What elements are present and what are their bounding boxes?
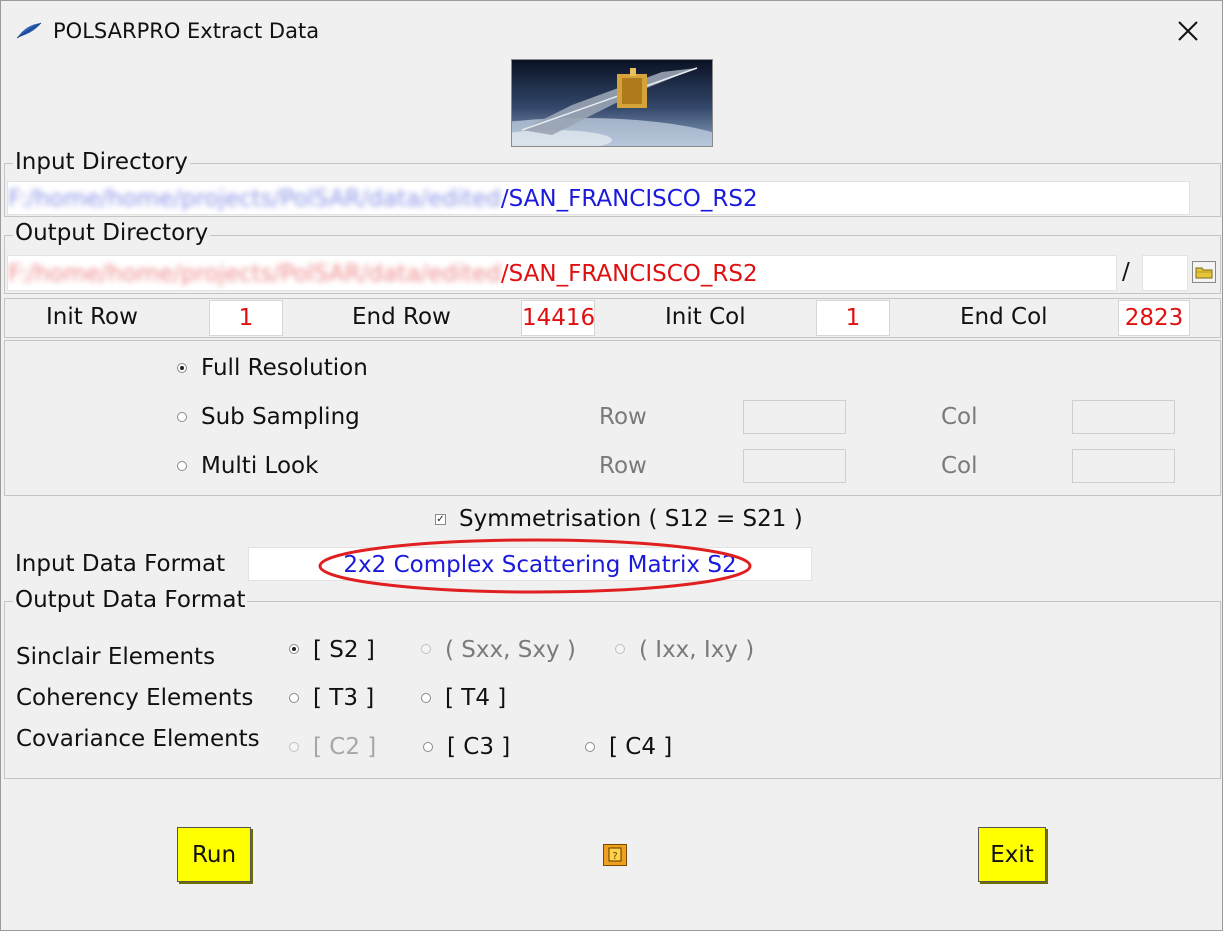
window-title: POLSARPRO Extract Data <box>53 19 320 43</box>
run-button[interactable]: Run <box>177 827 251 882</box>
sub-sampling-label: Sub Sampling <box>201 404 360 430</box>
browse-folder-button[interactable] <box>1192 261 1216 283</box>
end-col-field[interactable]: 2823 <box>1118 300 1190 336</box>
end-row-field[interactable]: 14416 <box>521 300 595 336</box>
sub-sampling-row-label: Row <box>599 404 647 430</box>
s2-label: [ S2 ] <box>313 637 375 663</box>
multi-look-col-field[interactable] <box>1072 449 1175 483</box>
output-directory-slash: / <box>1122 259 1130 285</box>
c4-label: [ C4 ] <box>609 734 673 760</box>
help-button[interactable]: ? <box>603 844 627 866</box>
t4-radio[interactable] <box>421 693 431 703</box>
end-col-label: End Col <box>960 304 1048 330</box>
sub-sampling-col-label: Col <box>941 404 978 430</box>
output-format-legend: Output Data Format <box>13 587 248 613</box>
output-directory-prefix: F:/home/home/projects/PolSAR/data/edited <box>8 261 501 287</box>
extract-data-window: POLSARPRO Extract Data Input Directory F… <box>0 0 1223 931</box>
c2-label: [ C2 ] <box>313 734 377 760</box>
input-directory-suffix: /SAN_FRANCISCO_RS2 <box>500 186 758 212</box>
highlight-ellipse <box>318 538 752 594</box>
feather-app-icon <box>16 22 42 39</box>
ixx-ixy-label: ( Ixx, Ixy ) <box>639 637 755 663</box>
sxx-sxy-radio[interactable] <box>421 644 431 654</box>
sub-sampling-radio[interactable] <box>177 412 187 422</box>
input-directory-prefix: F:/home/home/projects/PolSAR/data/edited <box>8 186 501 212</box>
multi-look-col-label: Col <box>941 453 978 479</box>
help-icon: ? <box>608 847 622 862</box>
close-button[interactable] <box>1163 9 1213 53</box>
multi-look-row-field[interactable] <box>743 449 846 483</box>
c4-radio[interactable] <box>585 742 595 752</box>
svg-text:?: ? <box>612 851 617 862</box>
multi-look-radio[interactable] <box>177 461 187 471</box>
sinclair-elements-label: Sinclair Elements <box>16 644 216 670</box>
output-directory-legend: Output Directory <box>13 220 211 246</box>
sub-sampling-row-field[interactable] <box>743 400 846 434</box>
exit-button[interactable]: Exit <box>978 827 1046 882</box>
sub-sampling-col-field[interactable] <box>1072 400 1175 434</box>
init-col-field[interactable]: 1 <box>816 300 890 336</box>
t3-radio[interactable] <box>289 693 299 703</box>
close-icon <box>1178 21 1198 41</box>
end-row-label: End Row <box>352 304 451 330</box>
title-bar: POLSARPRO Extract Data <box>1 1 1222 59</box>
multi-look-label: Multi Look <box>201 453 319 479</box>
init-row-label: Init Row <box>46 304 138 330</box>
t4-label: [ T4 ] <box>445 685 507 711</box>
output-subdir-field[interactable] <box>1142 255 1188 291</box>
multi-look-row-label: Row <box>599 453 647 479</box>
symmetrisation-checkbox[interactable]: ✓ <box>435 514 446 525</box>
ixx-ixy-radio[interactable] <box>615 644 625 654</box>
init-row-field[interactable]: 1 <box>209 300 283 336</box>
coherency-elements-label: Coherency Elements <box>16 685 254 711</box>
c3-label: [ C3 ] <box>447 734 511 760</box>
symmetrisation-label: Symmetrisation ( S12 = S21 ) <box>459 506 803 532</box>
input-data-format-label: Input Data Format <box>15 551 226 577</box>
full-resolution-label: Full Resolution <box>201 355 368 381</box>
full-resolution-radio[interactable] <box>177 363 187 373</box>
s2-radio[interactable] <box>289 644 299 654</box>
output-directory-field[interactable]: F:/home/home/projects/PolSAR/data/edited… <box>7 255 1117 291</box>
input-directory-field[interactable]: F:/home/home/projects/PolSAR/data/edited… <box>7 181 1190 215</box>
folder-icon <box>1195 267 1213 279</box>
c2-radio[interactable] <box>289 742 299 752</box>
covariance-elements-label: Covariance Elements <box>16 726 260 752</box>
sxx-sxy-label: ( Sxx, Sxy ) <box>445 637 576 663</box>
input-directory-legend: Input Directory <box>13 149 190 175</box>
t3-label: [ T3 ] <box>313 685 375 711</box>
init-col-label: Init Col <box>665 304 746 330</box>
c3-radio[interactable] <box>423 742 433 752</box>
satellite-banner-image <box>511 59 713 147</box>
output-directory-suffix: /SAN_FRANCISCO_RS2 <box>500 261 758 287</box>
